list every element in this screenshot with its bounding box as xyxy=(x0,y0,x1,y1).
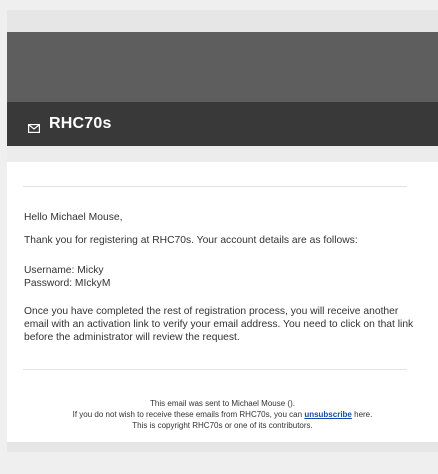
bottom-band xyxy=(7,442,438,452)
intro-text: Thank you for registering at RHC70s. You… xyxy=(24,235,358,246)
separator-band xyxy=(7,146,438,162)
username-text: Username: Micky xyxy=(24,265,104,276)
mail-icon xyxy=(28,120,41,133)
top-divider xyxy=(23,186,407,187)
header-band xyxy=(7,32,438,102)
brand-title: RHC70s xyxy=(49,115,112,132)
instructions-text: Once you have completed the rest of regi… xyxy=(24,306,414,343)
unsubscribe-prefix: If you do not wish to receive these emai… xyxy=(72,410,305,419)
unsubscribe-suffix: here. xyxy=(351,410,373,419)
bottom-divider xyxy=(23,369,407,370)
unsubscribe-link[interactable]: unsubscribe xyxy=(304,410,352,419)
greeting-text: Hello Michael Mouse, xyxy=(24,212,123,223)
sent-to-text: This email was sent to Michael Mouse (). xyxy=(150,399,295,408)
email-content: Hello Michael Mouse, Thank you for regis… xyxy=(7,162,438,452)
brand-bar: RHC70s xyxy=(7,102,438,146)
page-bottom xyxy=(7,452,438,474)
password-text: Password: MIckyM xyxy=(24,278,111,289)
email-frame: RHC70s Hello Michael Mouse, Thank you fo… xyxy=(7,10,438,474)
top-strip xyxy=(7,10,438,32)
unsubscribe-line: If you do not wish to receive these emai… xyxy=(7,409,438,420)
copyright-text: This is copyright RHC70s or one of its c… xyxy=(132,421,313,430)
